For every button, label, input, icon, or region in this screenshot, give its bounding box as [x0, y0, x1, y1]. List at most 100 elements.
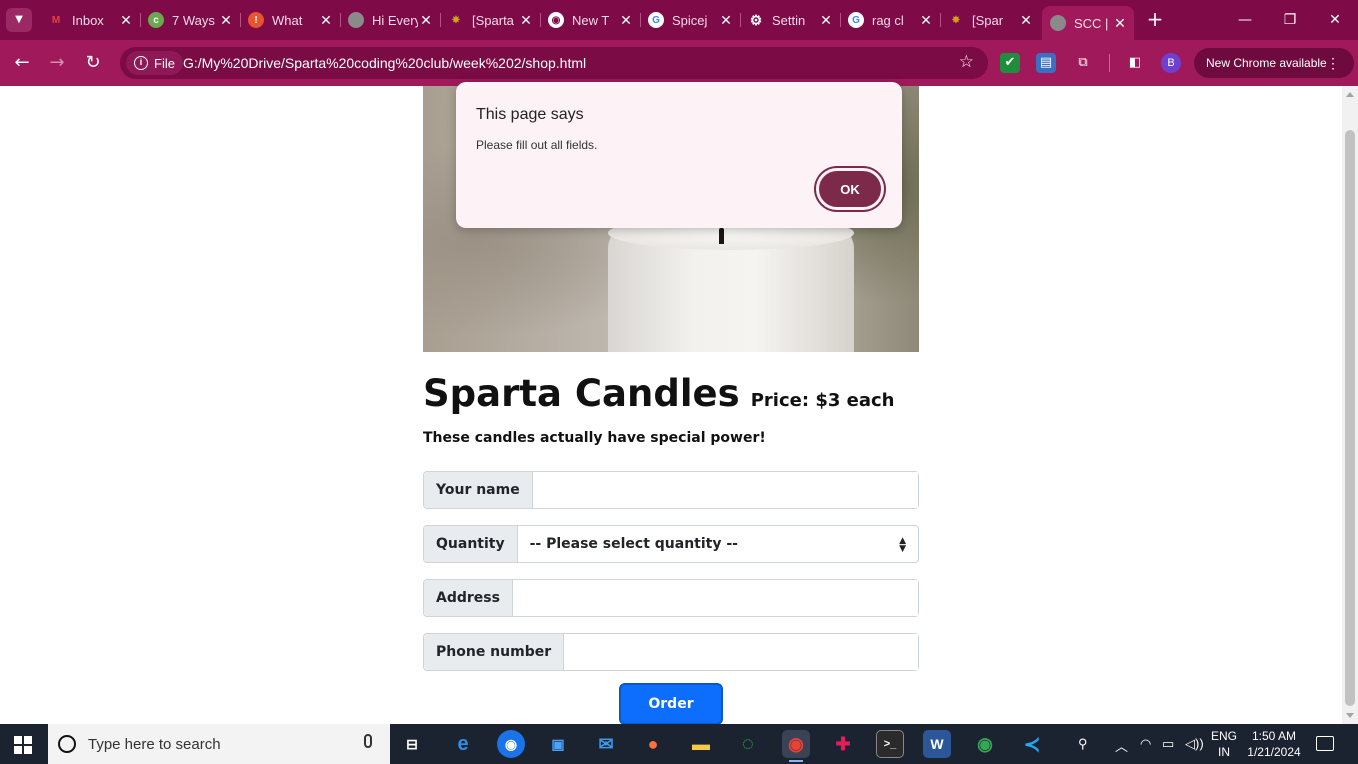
microphone-icon[interactable] — [364, 734, 372, 748]
clock-time: 1:50 AM — [1251, 729, 1297, 743]
language-indicator[interactable]: ENG IN — [1211, 728, 1237, 760]
address-input[interactable] — [512, 580, 918, 616]
spinner-app-icon[interactable]: ◌ — [734, 730, 762, 758]
chrome-icon[interactable]: ◉ — [971, 730, 999, 758]
tab-strip: ▼ M Inbox ✕ c 7 Ways ✕ ! What ✕ Hi Every… — [0, 0, 1358, 40]
wifi-icon[interactable]: ◠ — [1140, 736, 1151, 752]
file-explorer-icon[interactable]: ▬ — [687, 730, 715, 758]
alert-ok-button[interactable]: OK — [816, 168, 884, 210]
page-scrollbar[interactable] — [1342, 86, 1358, 724]
tab-what[interactable]: ! What ✕ — [240, 6, 341, 34]
tab-title: [Spar — [972, 12, 1004, 28]
scroll-up-icon[interactable] — [1346, 92, 1354, 97]
side-panel-icon[interactable]: ◧ — [1125, 53, 1145, 73]
word-icon[interactable]: W — [923, 730, 951, 758]
site-info-chip[interactable]: i File — [126, 51, 183, 75]
bookmark-star-icon[interactable]: ☆ — [959, 52, 974, 72]
globe-icon — [348, 12, 364, 28]
back-arrow-icon[interactable]: ← — [9, 50, 35, 76]
tab-7-ways[interactable]: c 7 Ways ✕ — [140, 6, 241, 34]
name-input[interactable] — [532, 472, 918, 508]
microsoft-store-icon[interactable]: ▣ — [544, 730, 572, 758]
close-icon[interactable]: ✕ — [1018, 12, 1034, 29]
clock-date: 1/21/2024 — [1247, 745, 1301, 759]
vscode-icon[interactable]: ≺ — [1018, 730, 1046, 758]
tab-sparta-2[interactable]: ✸ [Spar ✕ — [940, 6, 1040, 34]
tray-chevron-up-icon[interactable]: ︿ — [1115, 736, 1128, 755]
site-icon: c — [148, 12, 164, 28]
address-bar[interactable]: i File G:/My%20Drive/Sparta%20coding%20c… — [120, 47, 988, 79]
firefox-icon[interactable]: ● — [639, 730, 667, 758]
tab-title: SCC | — [1074, 15, 1109, 31]
phone-label: Phone number — [424, 634, 565, 670]
profile-avatar[interactable]: B — [1161, 53, 1181, 73]
update-chrome-button[interactable]: New Chrome available ⋮ — [1194, 48, 1354, 78]
page-title: Sparta Candles — [423, 372, 740, 415]
terminal-icon[interactable]: >_ — [876, 730, 904, 758]
close-icon[interactable]: ✕ — [818, 12, 834, 29]
active-indicator — [789, 760, 803, 762]
slack-icon[interactable]: ✚ — [829, 730, 857, 758]
address-label: Address — [424, 580, 513, 616]
edge-icon[interactable]: e — [449, 730, 477, 758]
close-icon[interactable]: ✕ — [318, 12, 334, 29]
update-chrome-label: New Chrome available — [1206, 56, 1327, 70]
minimize-icon[interactable]: — — [1230, 8, 1260, 32]
tab-spicej[interactable]: G Spicej ✕ — [640, 6, 741, 34]
globe-icon — [1050, 15, 1066, 31]
restore-icon[interactable]: ❐ — [1275, 8, 1305, 32]
tab-new-tab[interactable]: ◉ New T ✕ — [540, 6, 641, 34]
reload-icon[interactable]: ↻ — [80, 50, 106, 76]
forward-arrow-icon[interactable]: → — [44, 50, 70, 76]
extensions-puzzle-icon[interactable]: ⧉ — [1073, 53, 1093, 73]
close-icon[interactable]: ✕ — [518, 12, 534, 29]
close-icon[interactable]: ✕ — [118, 12, 134, 29]
taskbar-search[interactable]: Type here to search — [48, 724, 390, 764]
task-view-icon[interactable]: ⊟ — [398, 730, 426, 758]
info-icon: i — [134, 56, 148, 70]
extension-window-icon[interactable]: ▤ — [1036, 53, 1056, 73]
quantity-label: Quantity — [424, 526, 518, 562]
close-icon[interactable]: ✕ — [918, 12, 934, 29]
close-icon[interactable]: ✕ — [618, 12, 634, 29]
extension-check-icon[interactable]: ✔ — [1000, 53, 1020, 73]
cortana-circle-icon — [58, 735, 76, 753]
close-icon[interactable]: ✕ — [1112, 15, 1128, 32]
tab-sparta-1[interactable]: ✸ [Sparta ✕ — [440, 6, 541, 34]
scrollbar-thumb[interactable] — [1345, 130, 1355, 706]
order-button[interactable]: Order — [621, 685, 721, 723]
mail-icon[interactable]: ✉ — [592, 730, 620, 758]
windows-taskbar: Type here to search ⊟ e ◉ ▣ ✉ ● ▬ ◌ ◉ ✚ … — [0, 724, 1358, 764]
tab-settings[interactable]: ⚙ Settin ✕ — [740, 6, 841, 34]
tab-inbox[interactable]: M Inbox ✕ — [40, 6, 141, 34]
chrome-profile-n-icon[interactable]: ◉ — [497, 730, 525, 758]
tab-search-chevron-icon[interactable]: ▼ — [6, 8, 32, 32]
alert-message: Please fill out all fields. — [476, 138, 598, 152]
alert-title: This page says — [476, 106, 584, 123]
close-icon[interactable]: ✕ — [718, 12, 734, 29]
window-close-icon[interactable]: ✕ — [1320, 8, 1350, 32]
tab-rag[interactable]: G rag cl ✕ — [840, 6, 941, 34]
battery-icon[interactable]: ▭ — [1162, 736, 1174, 752]
people-icon[interactable]: ⚲ — [1078, 736, 1088, 752]
chrome-icon: ◉ — [788, 733, 804, 754]
quantity-field-group: Quantity -- Please select quantity -- ▲ ▼ — [423, 525, 919, 563]
tab-scc-active[interactable]: SCC | ✕ — [1042, 6, 1134, 40]
quantity-select[interactable]: -- Please select quantity -- ▲ ▼ — [518, 526, 918, 562]
scroll-down-icon[interactable] — [1346, 713, 1354, 718]
url-text[interactable]: G:/My%20Drive/Sparta%20coding%20club/wee… — [183, 55, 586, 71]
taskbar-clock[interactable]: 1:50 AM 1/21/2024 — [1246, 728, 1302, 760]
notification-center-icon[interactable] — [1316, 736, 1334, 751]
chrome-active-icon[interactable]: ◉ — [782, 730, 810, 762]
tab-hi-every[interactable]: Hi Every ✕ — [340, 6, 441, 34]
volume-icon[interactable]: ◁)) — [1185, 736, 1204, 752]
new-tab-plus-icon[interactable]: + — [1144, 8, 1166, 32]
windows-start-icon[interactable] — [14, 736, 32, 754]
google-icon: G — [848, 12, 864, 28]
close-icon[interactable]: ✕ — [218, 12, 234, 29]
select-caret-icon: ▲ ▼ — [899, 536, 906, 554]
close-icon[interactable]: ✕ — [418, 12, 434, 29]
sparta-icon: ✸ — [951, 14, 961, 26]
phone-input[interactable] — [564, 634, 918, 670]
region-code: IN — [1218, 745, 1230, 759]
